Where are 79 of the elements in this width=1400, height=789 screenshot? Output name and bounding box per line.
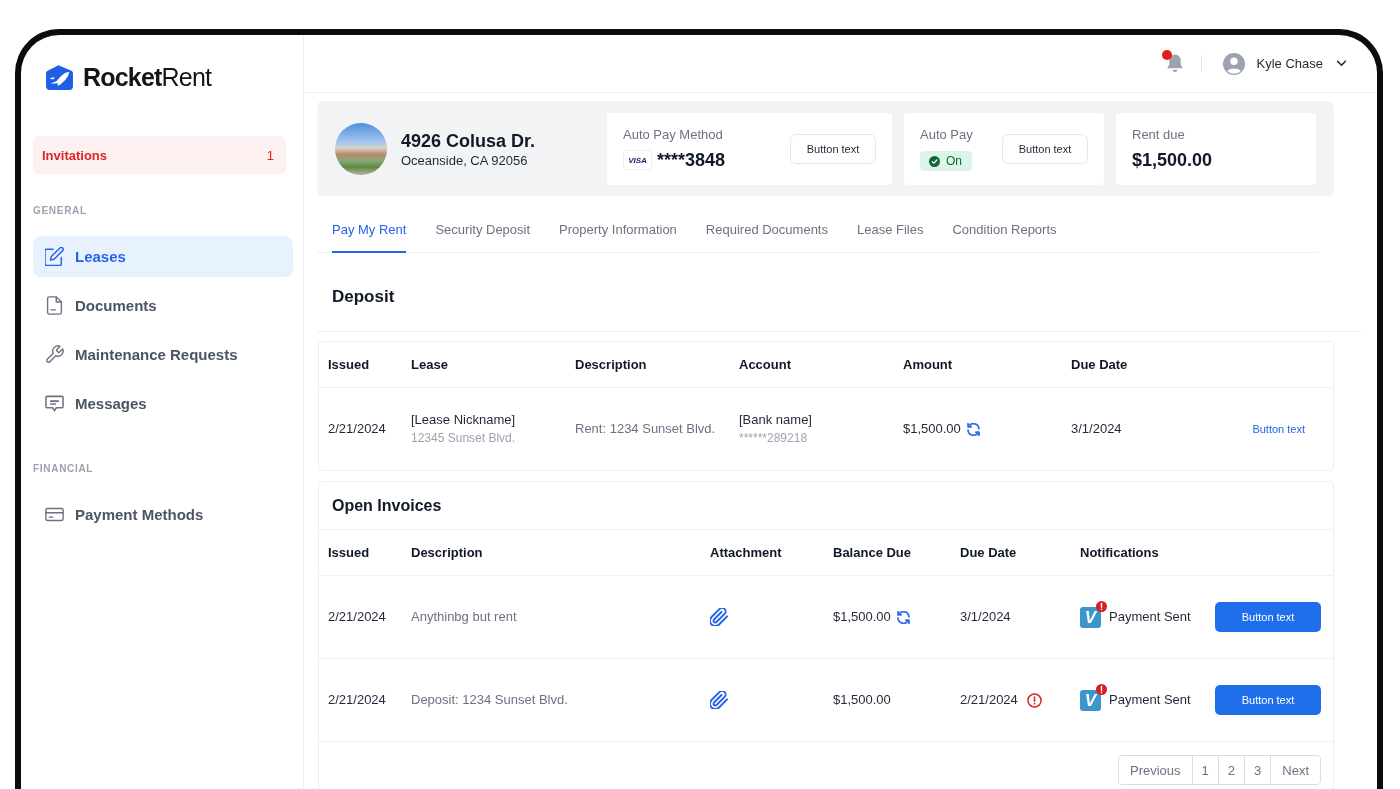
nav-item[interactable]: Payment Methods — [33, 494, 293, 535]
section-heading: GENERAL — [33, 205, 87, 217]
paperclip-icon[interactable] — [710, 691, 728, 709]
column-header: Description — [411, 545, 484, 560]
table-title: Open Invoices — [319, 482, 1333, 530]
column-header: Issued — [328, 357, 371, 372]
table-cell: 2/21/2024 — [960, 691, 1018, 709]
chevron-down-icon — [1336, 60, 1347, 67]
table-cell-text: 2/21/2024 — [328, 691, 387, 709]
chat-bubble-icon — [45, 394, 64, 413]
amount-text: $1,500.00 — [903, 420, 961, 438]
section-title: Deposit — [332, 286, 396, 308]
table-cell-text: 2/21/2024 — [328, 420, 387, 438]
property-address: 4926 Colusa Dr. — [401, 129, 537, 152]
card-action-button[interactable]: Button text — [1002, 134, 1088, 164]
column-header: Issued — [328, 545, 371, 560]
table-cell-text: Rent: 1234 Sunset Blvd. — [575, 420, 717, 438]
tab[interactable]: Lease Files — [857, 208, 924, 253]
section-heading: FINANCIAL — [33, 463, 94, 475]
tab[interactable]: Condition Reports — [952, 208, 1057, 253]
card-label: Rent due — [1132, 127, 1185, 143]
tab[interactable]: Required Documents — [705, 208, 828, 253]
user-menu-button[interactable]: Kyle Chase — [1222, 52, 1347, 75]
nav-item[interactable]: Documents — [33, 285, 293, 326]
table-cell-text: Deposit: 1234 Sunset Blvd. — [411, 691, 569, 709]
tab[interactable]: Property Information — [559, 208, 677, 253]
card-label: Auto Pay — [920, 127, 973, 143]
avatar-icon — [1222, 52, 1245, 75]
check-circle-icon — [929, 155, 940, 167]
nav-item[interactable]: Messages — [33, 383, 293, 424]
notification-bell-icon[interactable] — [1166, 54, 1183, 73]
property-city: Oceanside, CA 92056 — [401, 151, 529, 169]
pencil-square-icon — [45, 247, 64, 266]
card-label: Auto Pay Method — [623, 127, 723, 143]
table-cell: 3/1/2024 — [960, 608, 1011, 626]
invitations-item[interactable]: Invitations 1 — [33, 136, 286, 174]
link-button[interactable]: Button text — [1252, 423, 1305, 435]
card-action-button[interactable]: Button text — [790, 134, 876, 164]
action-button[interactable]: Button text — [1215, 685, 1321, 715]
notification-text: Payment Sent — [1109, 691, 1191, 709]
masked-card-number: ****3848 — [657, 149, 726, 171]
status-text: On — [946, 154, 962, 168]
lease-address: 12345 Sunset Blvd. — [411, 430, 516, 447]
payment-app-logo: V — [1080, 689, 1101, 711]
card-brand-badge: VISA — [623, 150, 652, 170]
action-button[interactable]: Button text — [1215, 602, 1321, 632]
credit-card-icon — [45, 505, 64, 524]
amount-text: $1,500.00 — [833, 608, 891, 626]
column-header: Account — [739, 357, 792, 372]
column-header: Lease — [411, 357, 449, 372]
nav-item[interactable]: Maintenance Requests — [33, 334, 293, 375]
tab[interactable]: Pay My Rent — [332, 208, 407, 253]
tab[interactable]: Security Deposit — [435, 208, 531, 253]
column-header: Amount — [903, 357, 954, 372]
rent-due-amount: $1,500.00 — [1132, 149, 1213, 171]
paperclip-icon[interactable] — [710, 608, 728, 626]
bank-name: [Bank name] — [739, 411, 812, 429]
account-number: ******289218 — [739, 430, 808, 447]
table-cell-text: 2/21/2024 — [328, 608, 387, 626]
property-photo-placeholder — [335, 123, 387, 175]
column-header: Attachment — [710, 545, 783, 560]
table-cell-text: 3/1/2024 — [1071, 420, 1123, 438]
column-header: Due Date — [960, 545, 1018, 560]
invitation-count: 1 — [266, 147, 274, 163]
column-header: Balance Due — [833, 545, 913, 560]
notification-text: Payment Sent — [1109, 608, 1191, 626]
column-header: Notifications — [1080, 545, 1160, 560]
column-header: Due Date — [1071, 357, 1129, 372]
document-icon — [45, 296, 64, 315]
wrench-icon — [45, 345, 64, 364]
logo-text: RocketRent — [83, 62, 212, 92]
next-page-button[interactable]: Next — [1270, 756, 1320, 784]
payment-app-logo: V — [1080, 606, 1101, 628]
table-cell-text: Anythinbg but rent — [411, 608, 518, 626]
lease-name: [Lease Nickname] — [411, 411, 516, 429]
nav-item[interactable]: Leases — [33, 236, 293, 277]
amount-text: $1,500.00 — [833, 691, 891, 709]
house-logo-icon — [45, 63, 74, 91]
column-header: Description — [575, 357, 648, 372]
